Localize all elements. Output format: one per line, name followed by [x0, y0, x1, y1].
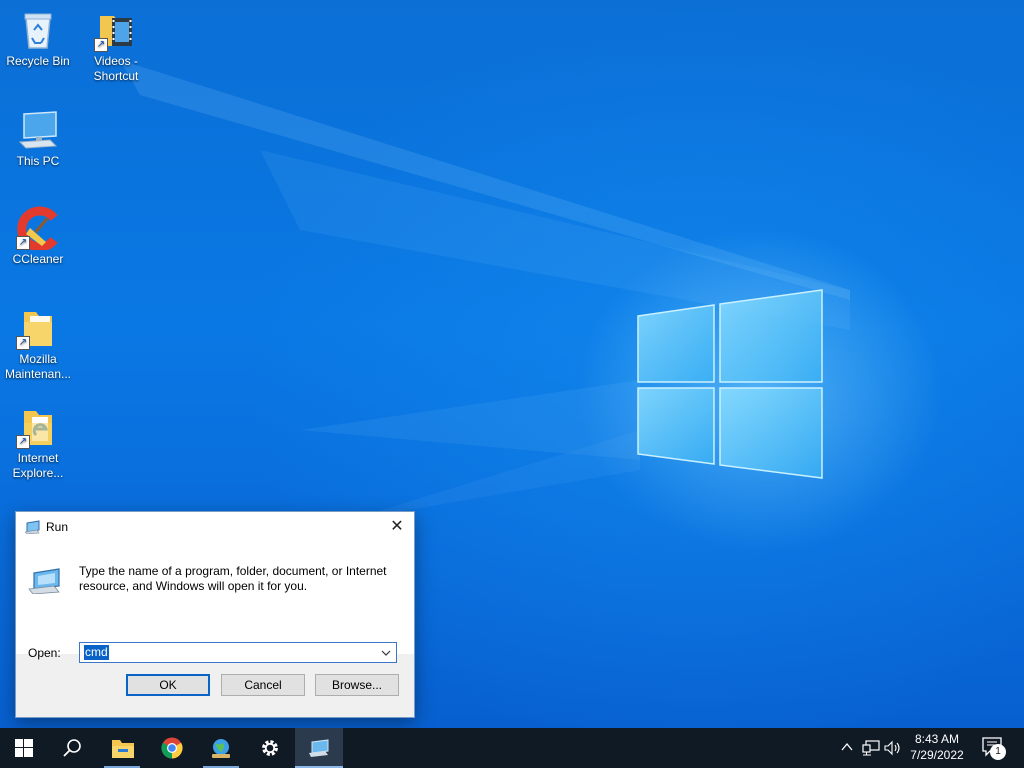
clock-time: 8:43 AM — [914, 732, 960, 746]
chevron-down-icon[interactable] — [378, 644, 394, 661]
run-body: Type the name of a program, folder, docu… — [16, 542, 414, 663]
desktop-icon-mozilla-maintenance[interactable]: ↗ Mozilla Maintenan... — [0, 306, 76, 382]
start-button[interactable] — [0, 728, 48, 768]
run-dialog: Run ✕ Type the name of a program, folder… — [15, 511, 415, 718]
search-button[interactable] — [48, 728, 96, 768]
run-title: Run — [46, 520, 69, 534]
taskbar-run[interactable] — [295, 728, 343, 768]
desktop-icon-label: Mozilla Maintenan... — [4, 352, 72, 381]
file-explorer-icon — [112, 740, 134, 758]
search-icon — [63, 739, 81, 757]
desktop-icon-label: CCleaner — [12, 252, 64, 266]
shortcut-arrow-icon: ↗ — [94, 38, 108, 52]
ok-button[interactable]: OK — [126, 674, 210, 696]
browse-button[interactable]: Browse... — [315, 674, 399, 696]
windows-logo — [637, 289, 823, 479]
start-icon — [15, 739, 33, 757]
network-globe-icon — [212, 739, 230, 758]
notification-badge: 1 — [990, 744, 1006, 760]
open-input-value[interactable]: cmd — [84, 645, 109, 660]
desktop-icon-this-pc[interactable]: This PC — [0, 108, 76, 169]
desktop-icon-internet-explorer[interactable]: ↗ Internet Explore... — [0, 405, 76, 481]
run-titlebar[interactable]: Run ✕ — [16, 512, 414, 542]
desktop-icon-label: Recycle Bin — [6, 54, 70, 68]
run-app-icon — [309, 739, 329, 757]
chevron-up-icon[interactable] — [840, 740, 854, 754]
run-large-icon — [28, 568, 62, 597]
desktop-icon-label: This PC — [16, 154, 60, 168]
notification-center-button[interactable]: 1 — [982, 736, 1006, 760]
open-combobox[interactable]: cmd — [79, 642, 397, 663]
desktop-icon-label: Internet Explore... — [12, 451, 64, 480]
close-icon[interactable]: ✕ — [380, 512, 414, 542]
ccleaner-icon: ↗ — [16, 206, 60, 252]
shortcut-arrow-icon: ↗ — [16, 435, 30, 449]
taskbar: 8:43 AM 7/29/2022 1 — [0, 728, 1024, 768]
run-app-icon — [24, 520, 41, 537]
folder-icon: ↗ — [16, 405, 60, 449]
recycle-bin-icon — [16, 8, 60, 52]
chrome-icon — [161, 737, 183, 759]
desktop-icon-ccleaner[interactable]: ↗ CCleaner — [0, 206, 76, 267]
shortcut-arrow-icon: ↗ — [16, 336, 30, 350]
computer-monitor-icon — [16, 108, 60, 152]
desktop-icon-label: Videos - Shortcut — [93, 54, 139, 83]
run-description: Type the name of a program, folder, docu… — [79, 564, 387, 593]
cancel-button[interactable]: Cancel — [221, 674, 305, 696]
network-icon[interactable] — [862, 740, 880, 756]
desktop-icon-videos-shortcut[interactable]: ↗ Videos - Shortcut — [78, 8, 154, 84]
desktop-icon-recycle-bin[interactable]: Recycle Bin — [0, 8, 76, 69]
taskbar-chrome[interactable] — [148, 728, 196, 768]
folder-icon: ↗ — [16, 306, 60, 350]
shortcut-arrow-icon: ↗ — [16, 236, 30, 250]
open-label: Open: — [28, 646, 61, 660]
taskbar-file-explorer[interactable] — [98, 728, 146, 768]
taskbar-settings[interactable] — [246, 728, 294, 768]
settings-gear-icon — [262, 740, 278, 756]
clock[interactable]: 8:43 AM 7/29/2022 — [896, 731, 978, 763]
clock-date: 7/29/2022 — [910, 748, 964, 762]
taskbar-network-app[interactable] — [197, 728, 245, 768]
videos-folder-icon: ↗ — [94, 8, 138, 52]
